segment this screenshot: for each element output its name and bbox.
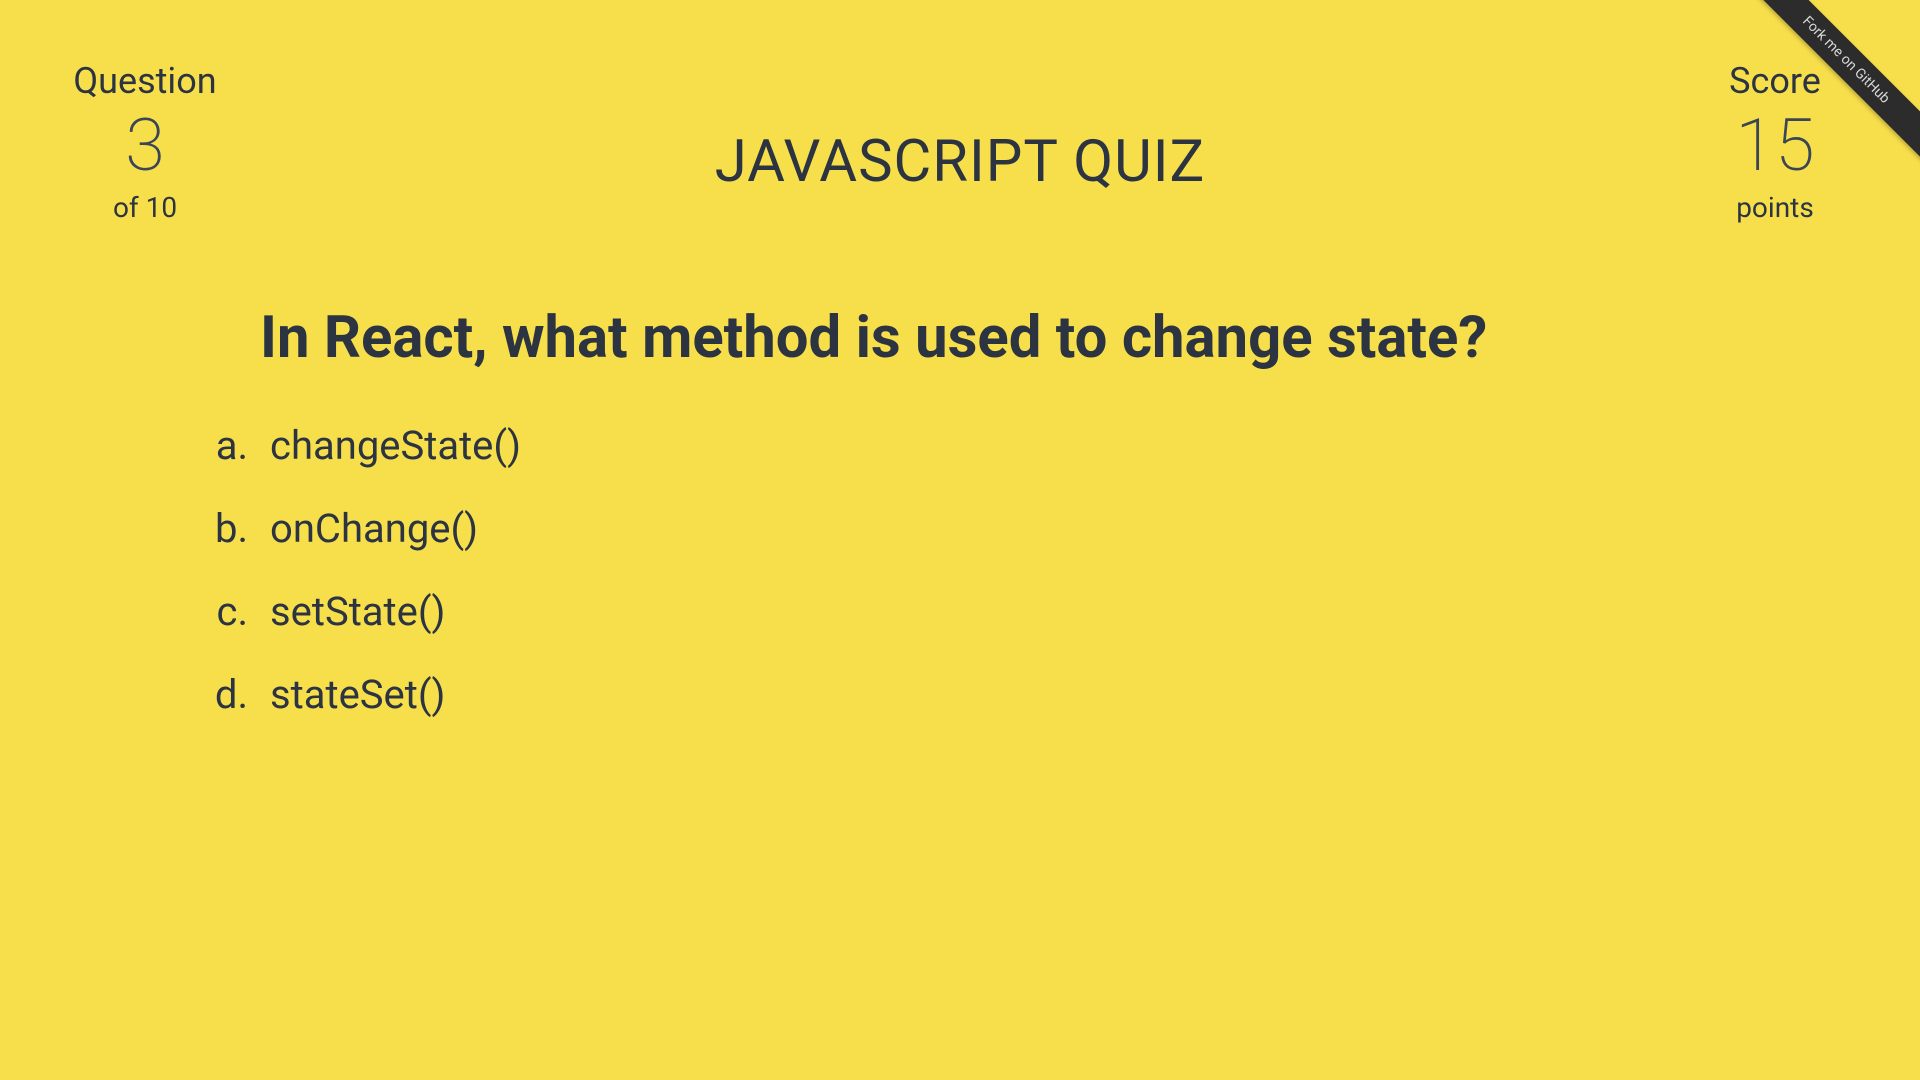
- question-text: In React, what method is used to change …: [200, 304, 1720, 372]
- answer-option-d[interactable]: d. stateSet(): [200, 671, 1720, 718]
- question-counter: Question 3 of 10: [70, 60, 220, 224]
- question-number: 3: [70, 106, 220, 185]
- answer-text: stateSet(): [270, 671, 445, 718]
- answer-option-a[interactable]: a. changeState(): [200, 422, 1720, 469]
- answer-letter: a.: [200, 422, 270, 469]
- page-title: JAVASCRIPT QUIZ: [715, 128, 1206, 196]
- header: Question 3 of 10 JAVASCRIPT QUIZ Score 1…: [0, 0, 1920, 224]
- github-ribbon-container: Fork me on GitHub: [1720, 0, 1920, 200]
- question-label: Question: [70, 60, 220, 102]
- github-ribbon[interactable]: Fork me on GitHub: [1736, 0, 1920, 170]
- answer-option-c[interactable]: c. setState(): [200, 588, 1720, 635]
- question-total: of 10: [70, 191, 220, 224]
- answer-letter: d.: [200, 671, 270, 718]
- answer-list: a. changeState() b. onChange() c. setSta…: [200, 422, 1720, 718]
- answer-text: changeState(): [270, 422, 521, 469]
- answer-letter: b.: [200, 505, 270, 552]
- answer-text: onChange(): [270, 505, 478, 552]
- answer-letter: c.: [200, 588, 270, 635]
- answer-option-b[interactable]: b. onChange(): [200, 505, 1720, 552]
- quiz-content: In React, what method is used to change …: [0, 224, 1920, 718]
- answer-text: setState(): [270, 588, 445, 635]
